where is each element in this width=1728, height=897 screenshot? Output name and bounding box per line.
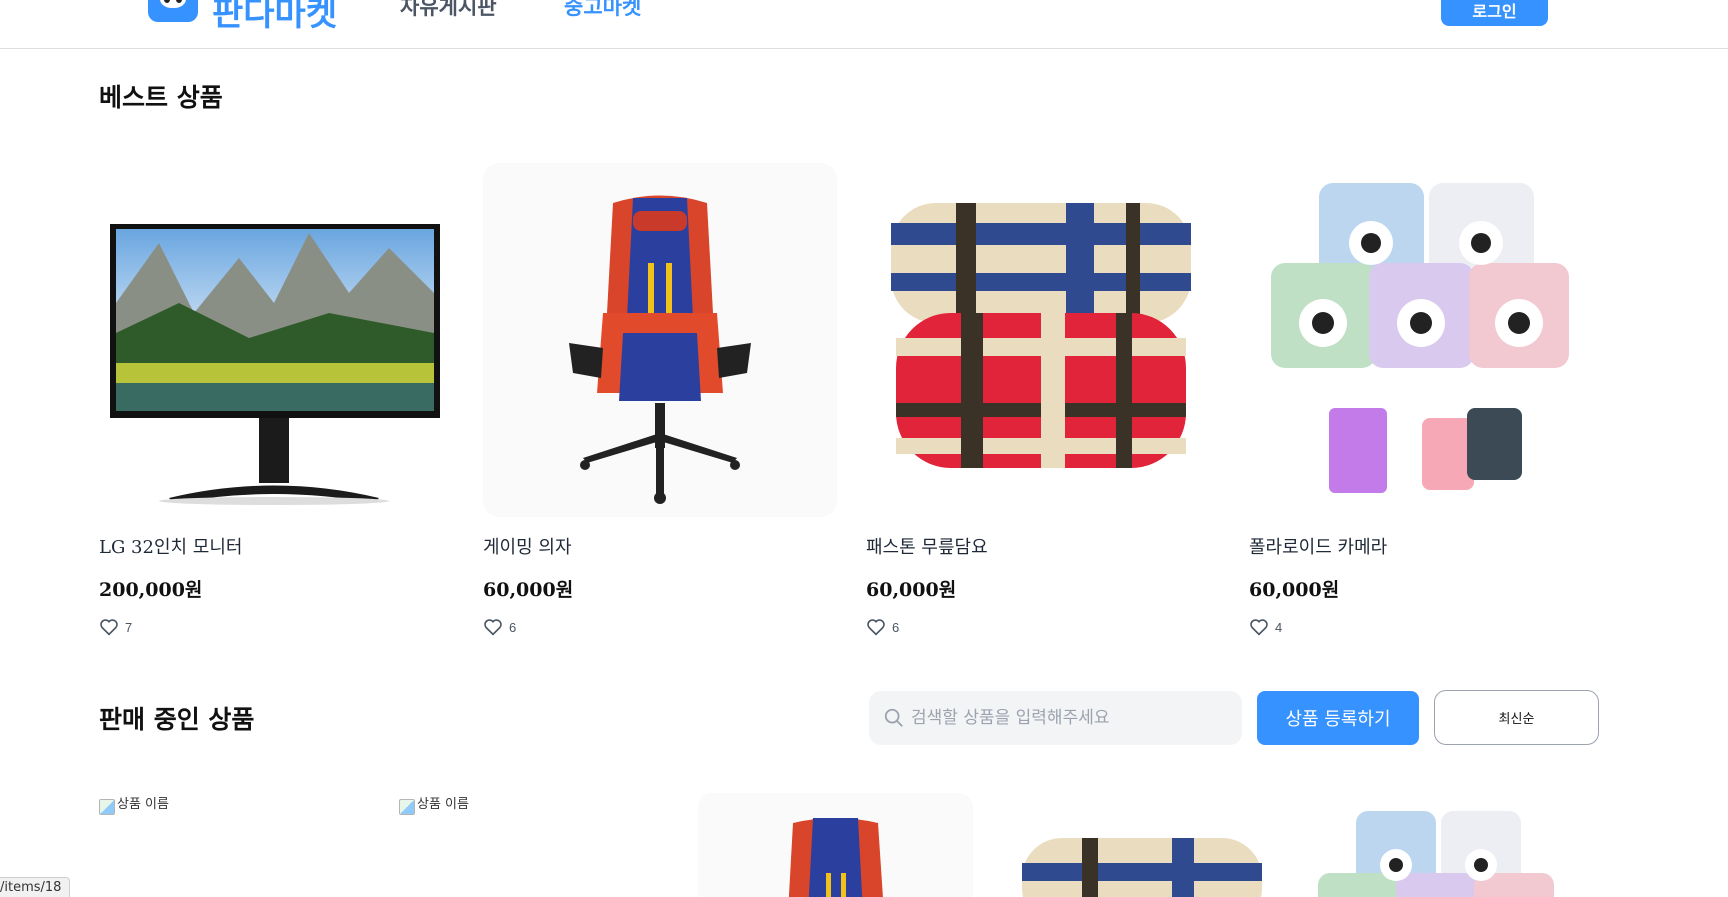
like-count[interactable]: 6: [866, 618, 899, 636]
monitor-image: [110, 224, 440, 505]
product-name: 폴라로이드 카메라: [1249, 537, 1388, 558]
blanket-image: [1022, 838, 1262, 897]
product-name: 패스톤 무릎담요: [866, 537, 988, 558]
sale-product-image-blanket[interactable]: [1002, 793, 1277, 897]
heart-icon: [1250, 619, 1268, 636]
heart-icon: [867, 619, 885, 636]
product-price: 60,000원: [866, 579, 957, 601]
like-count[interactable]: 7: [99, 618, 132, 636]
like-count-value: 7: [125, 619, 133, 635]
broken-product-image[interactable]: 상품 이름: [99, 793, 169, 815]
broken-product-image[interactable]: 상품 이름: [399, 793, 469, 815]
login-button[interactable]: 로그인: [1441, 0, 1548, 26]
product-name: 게이밍 의자: [483, 537, 572, 558]
product-image-blanket[interactable]: [866, 163, 1220, 517]
best-product-card[interactable]: 패스톤 무릎담요 60,000원 6: [866, 163, 1220, 636]
on-sale-products-title: 판매 중인 상품: [99, 705, 255, 734]
best-product-card[interactable]: 게이밍 의자 60,000원 6: [483, 163, 837, 636]
search-input[interactable]: [911, 691, 1231, 745]
like-count-value: 4: [1275, 619, 1283, 635]
nav-used-market[interactable]: 중고마켓: [564, 0, 641, 21]
product-image-monitor[interactable]: [99, 163, 453, 517]
gaming-chair-image: [569, 195, 751, 504]
search-field[interactable]: [869, 691, 1242, 745]
search-icon: [884, 708, 903, 727]
status-bar-url: /items/18: [0, 877, 71, 897]
instant-camera-image: [1318, 811, 1554, 897]
panda-logo-icon[interactable]: [148, 0, 198, 22]
instant-camera-image: [1271, 183, 1569, 493]
sale-product-image-chair[interactable]: [698, 793, 973, 897]
heart-icon: [484, 619, 502, 636]
login-button-label: 로그인: [1472, 2, 1517, 21]
product-image-gaming-chair[interactable]: [483, 163, 837, 517]
best-product-card[interactable]: 폴라로이드 카메라 60,000원 4: [1249, 163, 1603, 636]
heart-icon: [100, 619, 118, 636]
blanket-image: [891, 203, 1191, 468]
like-count-value: 6: [892, 619, 900, 635]
like-count-value: 6: [509, 619, 517, 635]
top-header: 판다마켓 자유게시판 중고마켓 로그인: [0, 0, 1728, 49]
product-image-instant-camera[interactable]: [1249, 163, 1603, 517]
nav-free-board[interactable]: 자유게시판: [400, 0, 497, 21]
gaming-chair-image: [788, 818, 883, 897]
product-name: LG 32인치 모니터: [99, 537, 243, 558]
product-price: 60,000원: [483, 579, 574, 601]
register-product-button[interactable]: 상품 등록하기: [1257, 691, 1419, 745]
broken-image-icon: [399, 799, 415, 815]
sale-product-image-camera[interactable]: [1306, 793, 1581, 897]
sort-dropdown[interactable]: 최신순: [1434, 690, 1599, 745]
best-product-card[interactable]: LG 32인치 모니터 200,000원 7: [99, 163, 453, 636]
broken-image-alt: 상품 이름: [117, 797, 169, 812]
product-price: 200,000원: [99, 579, 203, 601]
broken-image-alt: 상품 이름: [417, 797, 469, 812]
like-count[interactable]: 6: [483, 618, 516, 636]
best-products-title: 베스트 상품: [99, 83, 223, 112]
logo-text[interactable]: 판다마켓: [212, 0, 337, 35]
like-count[interactable]: 4: [1249, 618, 1282, 636]
product-price: 60,000원: [1249, 579, 1340, 601]
broken-image-icon: [99, 799, 115, 815]
